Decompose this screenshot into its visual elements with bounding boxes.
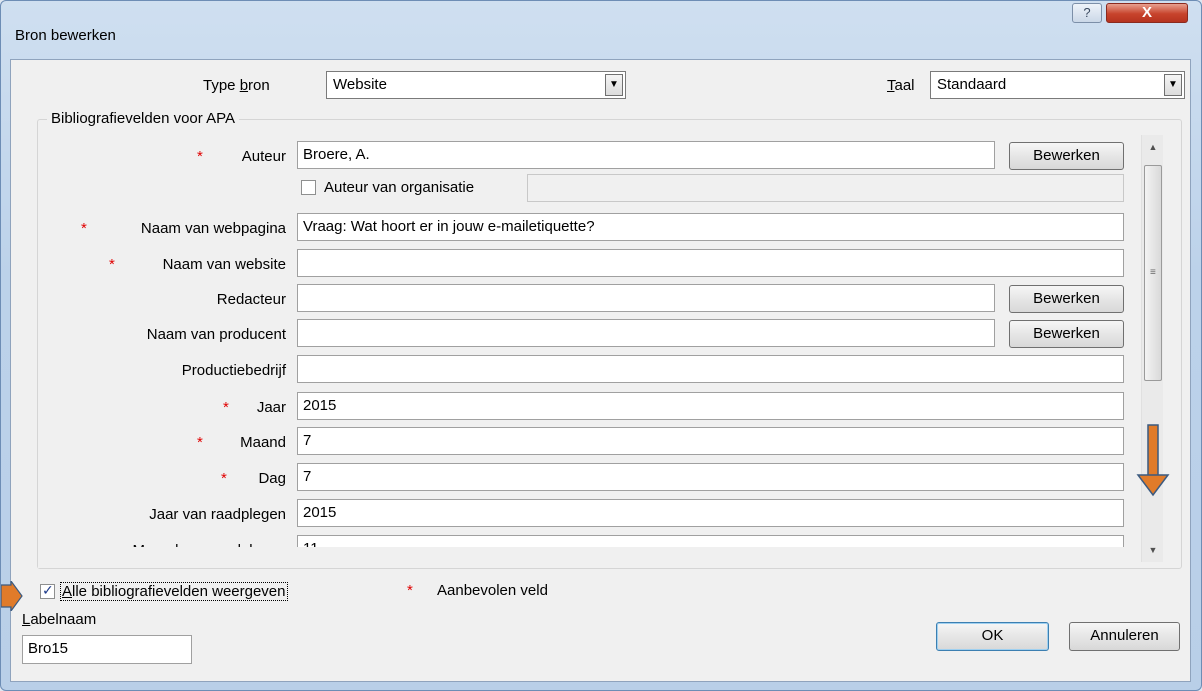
scroll-thumb[interactable]: ≡ (1144, 165, 1162, 381)
ok-button[interactable]: OK (936, 622, 1049, 651)
web-page-name-input[interactable]: Vraag: Wat hoort er in jouw e-mailetique… (297, 213, 1124, 241)
required-star: * (109, 256, 115, 273)
grip-icon: ≡ (1150, 267, 1156, 278)
editor-input[interactable] (297, 284, 995, 312)
field-label-month: Maand (240, 434, 286, 451)
author-input[interactable]: Broere, A. (297, 141, 995, 169)
language-select[interactable]: Standaard ▼ (930, 71, 1185, 99)
chevron-down-icon[interactable]: ▼ (1164, 74, 1182, 96)
source-type-select[interactable]: Website ▼ (326, 71, 626, 99)
scroll-up-icon[interactable]: ▲ (1142, 137, 1164, 157)
legend-text: Aanbevolen veld (437, 582, 548, 599)
close-button[interactable]: X (1106, 3, 1188, 23)
corporate-author-checkbox[interactable] (301, 180, 316, 195)
required-star: * (223, 399, 229, 416)
access-year-input[interactable]: 2015 (297, 499, 1124, 527)
year-input[interactable]: 2015 (297, 392, 1124, 420)
website-name-input[interactable] (297, 249, 1124, 277)
field-label-editor: Redacteur (216, 291, 286, 308)
source-type-value: Website (333, 76, 387, 93)
field-label-website-name: Naam van website (162, 256, 286, 273)
dialog-body: Type bron Website ▼ Taal Standaard ▼ Bib… (10, 59, 1191, 682)
pointer-arrow-icon (1, 581, 23, 611)
edit-producer-button[interactable]: Bewerken (1009, 320, 1124, 348)
required-star: * (221, 470, 227, 487)
required-star: * (197, 148, 203, 165)
show-all-fields-checkbox[interactable] (40, 582, 55, 599)
language-label: Taal (887, 77, 915, 94)
scroll-clip (38, 547, 1148, 568)
legend-star: * (407, 582, 413, 599)
required-star: * (197, 434, 203, 451)
day-input[interactable]: 7 (297, 463, 1124, 491)
required-star: * (81, 220, 87, 237)
tag-name-label: Labelnaam (22, 611, 97, 628)
language-value: Standaard (937, 76, 1007, 93)
month-input[interactable]: 7 (297, 427, 1124, 455)
production-company-input[interactable] (297, 355, 1124, 383)
producer-name-input[interactable] (297, 319, 995, 347)
tag-name-input[interactable]: Bro15 (22, 635, 192, 664)
field-label-producer-name: Naam van producent (146, 326, 286, 343)
field-label-day: Dag (258, 470, 286, 487)
dialog-title: Bron bewerken (15, 27, 116, 44)
source-type-label: Type bron (203, 77, 270, 94)
field-label-web-page-name: Naam van webpagina (140, 220, 286, 237)
help-button[interactable]: ? (1072, 3, 1102, 23)
fields-group-title: Bibliografievelden voor APA (47, 110, 239, 127)
help-icon: ? (1083, 5, 1091, 20)
scroll-hint-arrow-icon (1136, 424, 1170, 497)
field-label-year: Jaar (256, 399, 286, 416)
title-bar: Bron bewerken ? X (1, 1, 1201, 44)
corporate-author-label: Auteur van organisatie (324, 179, 475, 196)
chevron-down-icon[interactable]: ▼ (605, 74, 623, 96)
close-icon: X (1141, 4, 1152, 21)
field-label-auteur: Auteur (241, 148, 286, 165)
show-all-fields-label[interactable]: Alle bibliografievelden weergeven (60, 582, 288, 601)
edit-editor-button[interactable]: Bewerken (1009, 285, 1124, 313)
field-label-production-company: Productiebedrijf (181, 362, 286, 379)
dialog-window: Bron bewerken ? X Type bron Website ▼ Ta… (0, 0, 1202, 691)
corporate-author-input (527, 174, 1124, 202)
edit-author-button[interactable]: Bewerken (1009, 142, 1124, 170)
field-label-access-year: Jaar van raadplegen (149, 506, 286, 523)
cancel-button[interactable]: Annuleren (1069, 622, 1180, 651)
scroll-down-icon[interactable]: ▼ (1142, 540, 1164, 560)
